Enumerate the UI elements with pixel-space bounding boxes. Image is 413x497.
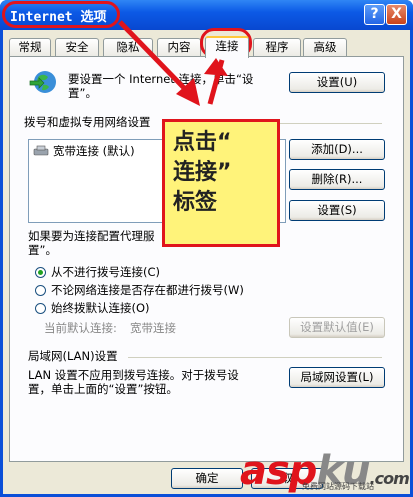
- callout-line2: 连接”: [173, 160, 232, 185]
- instruction-callout: 点击“ 连接” 标签: [162, 119, 280, 247]
- tab-connections[interactable]: 连接: [205, 36, 249, 58]
- callout-line3: 标签: [173, 190, 218, 215]
- callout-line1: 点击“: [173, 130, 232, 155]
- annotation-arrows: [118, 20, 228, 106]
- watermark-subtitle: 免费网站源码下载站: [302, 482, 374, 491]
- watermark-brand-c: .com: [369, 469, 410, 488]
